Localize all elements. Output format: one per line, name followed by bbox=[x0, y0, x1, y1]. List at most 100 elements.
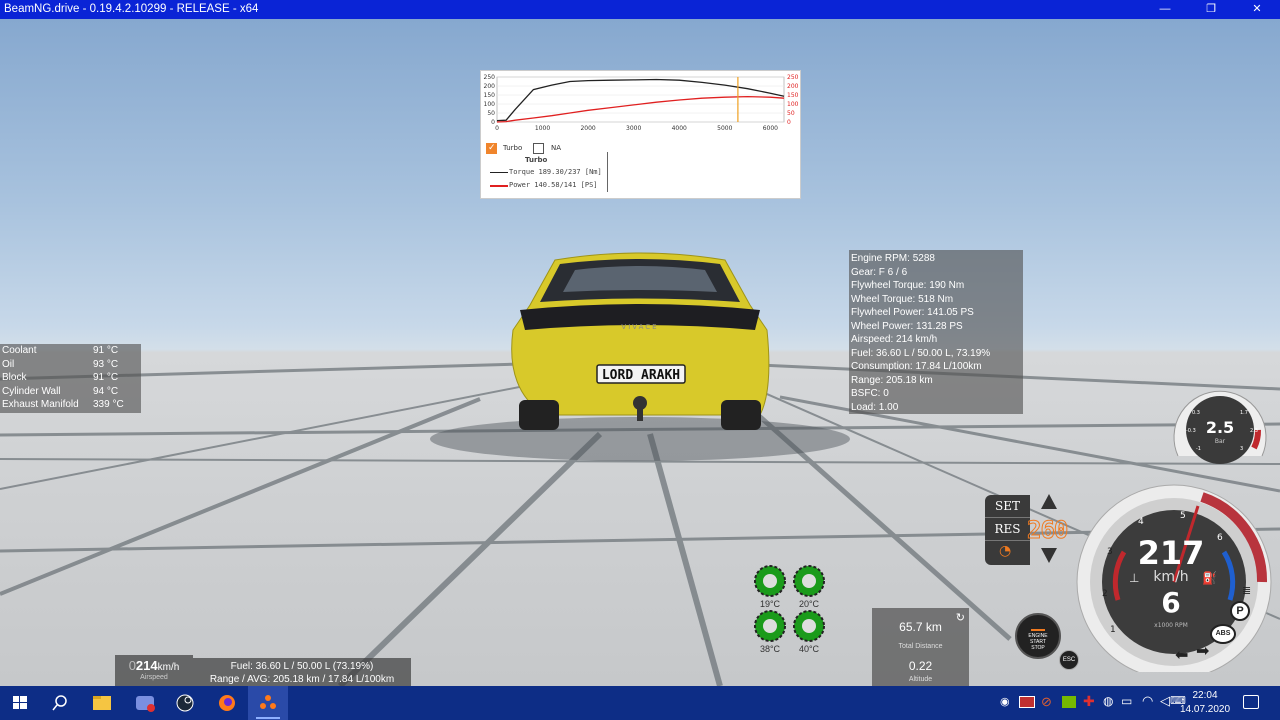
fuel-line: Fuel: 36.60 L / 50.00 L (73.19%) bbox=[230, 661, 374, 672]
stat-consumption: Consumption: 17.84 L/100km bbox=[851, 361, 982, 372]
stat-range: Range: 205.18 km bbox=[851, 374, 933, 386]
steam-icon[interactable] bbox=[165, 686, 205, 720]
cruise-set-button[interactable]: SET bbox=[985, 499, 1030, 513]
rpm-unit-label: x1000 RPM bbox=[1154, 622, 1188, 629]
steam-tray-icon[interactable]: ◍ bbox=[1103, 694, 1113, 708]
coolant-temp-icon: ⊥ bbox=[1129, 571, 1139, 585]
cruise-resume-button[interactable]: RES bbox=[985, 522, 1030, 536]
minimize-button[interactable]: — bbox=[1142, 0, 1188, 19]
torque-power-chart: 250 200 150 100 50 0 250 200 150 100 5000 1000 2000 3… bbox=[484, 74, 799, 132]
x-tick: 0 bbox=[495, 125, 499, 132]
boost-tick: -1 bbox=[1196, 446, 1201, 452]
rpm-tick: 3 bbox=[1107, 547, 1113, 557]
headlight-icon: ≣ bbox=[1242, 584, 1251, 597]
temp-value: 94 °C bbox=[93, 385, 119, 397]
cruise-speedometer-icon[interactable]: ◔ bbox=[999, 543, 1011, 559]
temp-label: Block bbox=[2, 372, 27, 384]
stat-bsfc: BSFC: 0 bbox=[851, 388, 889, 399]
close-button[interactable]: ✕ bbox=[1234, 0, 1280, 19]
engine-stats-panel: Engine RPM: 5288 Gear: F 6 / 6 Flywheel … bbox=[849, 250, 1023, 414]
turn-signal-left-icon: ⬅ bbox=[1175, 647, 1189, 664]
series-line-power bbox=[496, 95, 785, 123]
cruise-decrease-arrow-icon[interactable] bbox=[1041, 548, 1057, 563]
windows-start-icon[interactable] bbox=[0, 686, 40, 720]
legend-title: Turbo bbox=[525, 156, 548, 164]
clock-date: 14.07.2020 bbox=[1180, 704, 1231, 715]
range-line: Range / AVG: 205.18 km / 17.84 L/100km bbox=[209, 674, 395, 685]
car-badge: VIVACE bbox=[621, 323, 658, 331]
airspeed-label: Airspeed bbox=[140, 674, 168, 681]
temp-label: Cylinder Wall bbox=[2, 385, 61, 397]
clock[interactable]: 22:04 14.07.2020 bbox=[1180, 689, 1230, 717]
tyre-temp: 20°C bbox=[798, 599, 820, 609]
x-tick: 6000 bbox=[763, 125, 778, 132]
boost-tick: 2.3 bbox=[1250, 428, 1258, 434]
total-distance-label: Total Distance bbox=[898, 643, 943, 650]
speed-unit: km/h bbox=[1153, 569, 1188, 585]
abs-icon: ABS bbox=[1210, 624, 1236, 644]
x-tick: 1000 bbox=[535, 125, 550, 132]
altitude-label: Altitude bbox=[908, 676, 933, 683]
airspeed-value: 214 bbox=[135, 658, 158, 673]
flag-red-tray-icon[interactable] bbox=[1019, 696, 1035, 708]
y-tick-left: 200 bbox=[484, 83, 496, 90]
tyre-front-left-icon bbox=[754, 565, 786, 597]
beamng-icon[interactable] bbox=[248, 686, 288, 720]
series-line-torque bbox=[496, 78, 785, 122]
cross-app-tray-icon[interactable]: ✚ bbox=[1083, 693, 1095, 710]
stat-engine-rpm: Engine RPM: 5288 bbox=[851, 253, 935, 264]
temp-row: Block 91 °C bbox=[0, 371, 141, 385]
cruise-increase-arrow-icon[interactable] bbox=[1041, 494, 1057, 509]
airspeed-unit: km/h bbox=[157, 662, 180, 673]
turn-signal-right-icon: ➡ bbox=[1196, 643, 1210, 660]
discord-tray-icon[interactable]: ◉ bbox=[1000, 695, 1014, 709]
file-explorer-icon[interactable] bbox=[82, 686, 122, 720]
turbo-checkbox-label: Turbo bbox=[503, 144, 523, 152]
network-icon[interactable]: ▭ bbox=[1121, 694, 1132, 708]
slash-app-tray-icon[interactable]: ⊘ bbox=[1041, 694, 1052, 710]
boost-tick: -0.3 bbox=[1186, 428, 1196, 434]
clock-time: 22:04 bbox=[1192, 690, 1218, 701]
engine-start-stop-button[interactable]: ENGINE START STOP bbox=[1015, 613, 1061, 659]
restore-button[interactable]: ❐ bbox=[1188, 0, 1234, 19]
legend-torque-swatch bbox=[490, 172, 508, 173]
speedometer-gauge: 1 2 3 4 5 6 217 km/h 6 x1000 RPM ⊥ ⛽ ≣ bbox=[1076, 484, 1272, 672]
engine-temperatures-panel: Coolant 91 °C Oil 93 °C Block 91 °C Cylinde… bbox=[0, 344, 141, 413]
legend-power-swatch bbox=[490, 185, 508, 187]
y-tick-left: 100 bbox=[484, 101, 496, 108]
x-tick: 5000 bbox=[717, 125, 732, 132]
stat-wheel-torque: Wheel Torque: 518 Nm bbox=[851, 293, 954, 305]
wifi-icon[interactable]: ◠ bbox=[1142, 693, 1153, 709]
cruise-speed: 260 bbox=[1026, 516, 1068, 545]
temp-row: Exhaust Manifold 339 °C bbox=[0, 398, 141, 412]
discord-app-icon[interactable] bbox=[125, 686, 165, 720]
tyre-front-right-icon bbox=[793, 565, 825, 597]
notifications-icon[interactable] bbox=[1243, 695, 1259, 709]
airspeed-widget: 0214km/h Airspeed bbox=[115, 655, 193, 687]
y-tick-right: 200 bbox=[787, 83, 799, 90]
stat-airspeed: Airspeed: 214 km/h bbox=[851, 334, 938, 345]
tyre-temp: 19°C bbox=[759, 599, 781, 609]
x-tick: 2000 bbox=[580, 125, 595, 132]
search-icon[interactable] bbox=[40, 686, 80, 720]
window-titlebar: BeamNG.drive - 0.19.4.2.10299 - RELEASE … bbox=[0, 0, 1280, 19]
y-tick-right: 100 bbox=[787, 101, 799, 108]
rpm-tick: 2 bbox=[1102, 589, 1108, 599]
y-tick-right: 50 bbox=[787, 110, 795, 117]
y-tick-left: 50 bbox=[487, 110, 495, 117]
legend-power: Power 140.58/141 [PS] bbox=[509, 181, 598, 189]
x-tick: 4000 bbox=[672, 125, 687, 132]
nvidia-tray-icon[interactable] bbox=[1062, 696, 1076, 708]
temp-label: Coolant bbox=[2, 345, 37, 356]
stop-label: STOP bbox=[1031, 645, 1045, 651]
stat-flywheel-power: Flywheel Power: 141.05 PS bbox=[851, 307, 974, 318]
engine-indicator-icon bbox=[1031, 629, 1045, 631]
tyre-rear-left-icon bbox=[754, 610, 786, 642]
total-distance: 65.7 km bbox=[899, 620, 942, 634]
gear-value: 6 bbox=[1161, 586, 1180, 619]
firefox-icon[interactable] bbox=[207, 686, 247, 720]
na-checkbox-label: NA bbox=[551, 144, 562, 152]
legend-torque: Torque 189.30/237 [Nm] bbox=[509, 168, 602, 176]
altitude: 0.22 bbox=[908, 659, 933, 673]
volume-icon[interactable]: ◁ bbox=[1160, 693, 1170, 709]
